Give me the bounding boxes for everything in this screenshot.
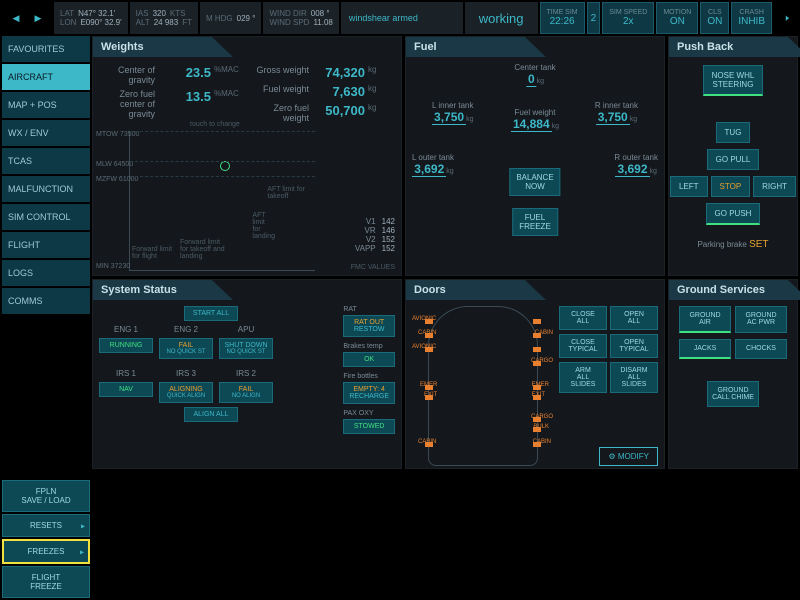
brakes-temp-status: OK: [343, 352, 395, 367]
weights-title: Weights: [93, 37, 233, 57]
open-all-button[interactable]: OPEN ALL: [610, 306, 658, 330]
close-all-button[interactable]: CLOSE ALL: [559, 306, 607, 330]
eng1-button[interactable]: RUNNING: [99, 338, 153, 353]
nav-fwd-icon[interactable]: ▶: [28, 8, 48, 28]
irs2-button[interactable]: FAILNO ALIGN: [219, 382, 273, 403]
windshear-status: windshear armed: [341, 2, 463, 34]
sidebar-item-favourites[interactable]: FAVOURITES: [2, 36, 90, 62]
doors-title: Doors: [406, 280, 546, 300]
sidebar-item-malfunction[interactable]: MALFUNCTION: [2, 176, 90, 202]
ground-air-button[interactable]: GROUND AIR: [679, 306, 731, 333]
timesim-chip[interactable]: TIME SIM22:26: [540, 2, 585, 34]
flight-freeze-button[interactable]: FLIGHT FREEZE: [2, 566, 90, 598]
motion-chip[interactable]: MOTIONON: [656, 2, 698, 34]
working-status: working: [465, 2, 538, 34]
doors-panel: Doors AVIONIC CABIN AVIONIC CABIN CARGO …: [405, 279, 665, 469]
cg-marker-icon: [220, 161, 230, 171]
freezes-button[interactable]: FREEZES▸: [2, 539, 90, 564]
ias-alt-block: IAS320KTS ALT24 983FT: [130, 2, 198, 34]
irs3-button[interactable]: ALIGNINGQUICK ALIGN: [159, 382, 213, 403]
fire-bottles-button[interactable]: EMPTY: 4RECHARGE: [343, 382, 395, 404]
hdg-block: M HDG029 °: [200, 2, 261, 34]
balance-now-button[interactable]: BALANCE NOW: [509, 168, 560, 196]
sidebar-item-aircraft[interactable]: AIRCRAFT: [2, 64, 90, 90]
align-all-button[interactable]: ALIGN ALL: [184, 407, 238, 422]
sidebar-item-comms[interactable]: COMMS: [2, 288, 90, 314]
ground-services-panel: Ground Services GROUND AIR GROUND AC PWR…: [668, 279, 798, 469]
pushback-panel: Push Back NOSE WHL STEERING TUG GO PULL …: [668, 36, 798, 276]
resets-button[interactable]: RESETS▸: [2, 514, 90, 537]
ground-services-title: Ground Services: [669, 280, 800, 300]
close-typical-button[interactable]: CLOSE TYPICAL: [559, 334, 607, 358]
go-pull-button[interactable]: GO PULL: [707, 149, 760, 170]
disarm-slides-button[interactable]: DISARM ALL SLIDES: [610, 362, 658, 393]
vspeeds-block: V1142 VR146 V2152 VAPP152: [355, 217, 395, 253]
irs1-button[interactable]: NAV: [99, 382, 153, 397]
fuel-title: Fuel: [406, 37, 546, 57]
left-button[interactable]: LEFT: [670, 176, 708, 197]
fuel-freeze-button[interactable]: FUEL FREEZE: [512, 208, 558, 236]
timesim-page[interactable]: 2: [587, 2, 601, 34]
nav-back-icon[interactable]: ◀: [6, 8, 26, 28]
nosewhl-steering-button[interactable]: NOSE WHL STEERING: [703, 65, 764, 96]
eng2-button[interactable]: FAILNO QUICK ST: [159, 338, 213, 359]
fuselage-diagram: [428, 306, 538, 466]
stop-button[interactable]: STOP: [711, 176, 751, 197]
start-all-button[interactable]: START ALL: [184, 306, 238, 321]
right-button[interactable]: RIGHT: [753, 176, 796, 197]
sidebar-item-simcontrol[interactable]: SIM CONTROL: [2, 204, 90, 230]
chocks-button[interactable]: CHOCKS: [735, 339, 787, 359]
sidebar-item-wx[interactable]: WX / ENV: [2, 120, 90, 146]
sidebar-item-tcas[interactable]: TCAS: [2, 148, 90, 174]
system-status-panel: System Status START ALL ENG 1RUNNING ENG…: [92, 279, 402, 469]
position-block: LATN47° 32.1' LONE090° 32.9': [54, 2, 128, 34]
go-push-button[interactable]: GO PUSH: [706, 203, 761, 225]
speaker-icon[interactable]: 🕨: [774, 2, 798, 34]
system-status-title: System Status: [93, 280, 233, 300]
fuel-panel: Fuel Center tank0kg L inner tank3,750kg …: [405, 36, 665, 276]
pushback-title: Push Back: [669, 37, 800, 57]
rat-button[interactable]: RAT OUTRESTOW: [343, 315, 395, 337]
jacks-button[interactable]: JACKS: [679, 339, 731, 359]
wind-block: WIND DIR008 ° WIND SPD11.08: [263, 2, 338, 34]
sidebar-item-flight[interactable]: FLIGHT: [2, 232, 90, 258]
parking-brake-status: Parking brake SET: [697, 239, 768, 250]
arm-slides-button[interactable]: ARM ALL SLIDES: [559, 362, 607, 393]
sidebar-item-logs[interactable]: LOGS: [2, 260, 90, 286]
cg-envelope-chart[interactable]: touch to change MTOW 73500 MLW 64500 MZF…: [129, 131, 315, 271]
fpln-save-load-button[interactable]: FPLN SAVE / LOAD: [2, 480, 90, 512]
apu-button[interactable]: SHUT DOWNNO QUICK ST: [219, 338, 273, 359]
cls-chip[interactable]: CLSON: [700, 2, 729, 34]
simspeed-chip[interactable]: SIM SPEED2x: [602, 2, 654, 34]
ground-call-chime-button[interactable]: GROUND CALL CHIME: [707, 381, 759, 407]
fmc-values-label: FMC VALUES: [351, 264, 395, 271]
open-typical-button[interactable]: OPEN TYPICAL: [610, 334, 658, 358]
crash-chip[interactable]: CRASHINHIB: [731, 2, 772, 34]
modify-button[interactable]: ⚙ MODIFY: [599, 447, 658, 466]
sidebar-item-map[interactable]: MAP + POS: [2, 92, 90, 118]
ground-acpwr-button[interactable]: GROUND AC PWR: [735, 306, 787, 333]
pax-oxy-status: STOWED: [343, 419, 395, 434]
weights-panel: Weights Center of gravity23.5%MAC Zero f…: [92, 36, 402, 276]
tug-button[interactable]: TUG: [716, 122, 751, 143]
